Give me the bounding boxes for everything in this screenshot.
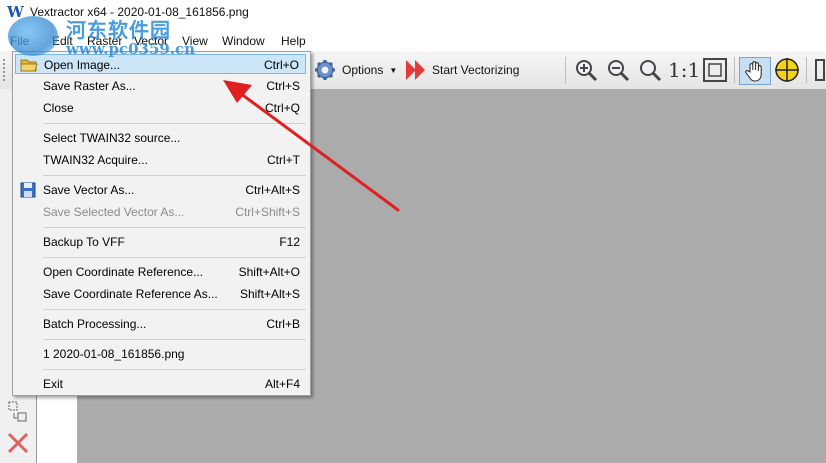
annotation-arrow [223,80,400,212]
